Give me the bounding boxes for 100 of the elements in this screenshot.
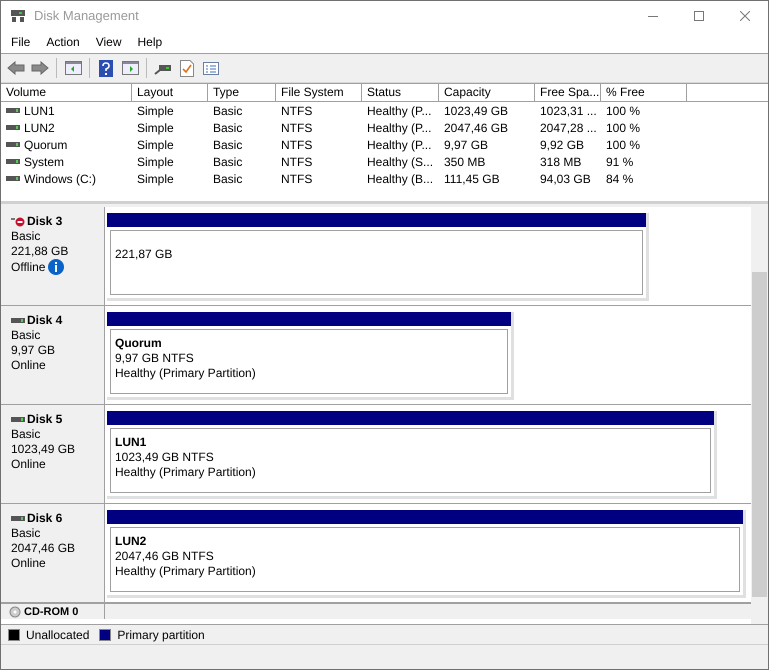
menu-item[interactable]: Help: [130, 32, 170, 52]
menu-item[interactable]: View: [88, 32, 130, 52]
disk-type: Basic: [11, 328, 40, 343]
partition-info: 221,87 GB: [115, 247, 172, 262]
window-title: Disk Management: [34, 7, 139, 26]
table-cell-text: Quorum: [24, 136, 68, 154]
table-cell-text: 350 MB: [444, 154, 486, 170]
table-cell-text: 100 %: [606, 102, 640, 120]
legend-label: Primary partition: [117, 626, 205, 644]
partition-info: Healthy (Primary Partition): [115, 564, 256, 579]
partition-info: Healthy (Primary Partition): [115, 366, 256, 381]
column-header[interactable]: Layout: [132, 84, 208, 101]
table-cell-text: NTFS: [281, 102, 312, 120]
partition-label: Quorum: [115, 336, 162, 351]
menu-item[interactable]: Action: [38, 32, 88, 52]
window-pane-icon: [122, 61, 138, 75]
disk-status: Online: [11, 358, 46, 373]
info-icon[interactable]: [48, 259, 64, 275]
table-cell-text: NTFS: [281, 170, 312, 188]
table-cell-text: Simple: [137, 170, 174, 188]
column-header[interactable]: File System: [276, 84, 362, 101]
disk-type: Basic: [11, 526, 40, 541]
checked-document-icon: [180, 60, 194, 76]
disk-name: Disk 4: [27, 313, 62, 328]
close-icon: [740, 11, 750, 21]
column-header[interactable]: Capacity: [439, 84, 535, 101]
column-header[interactable]: Type: [208, 84, 276, 101]
table-cell-text: 100 %: [606, 120, 640, 136]
volume-icon: [6, 108, 20, 113]
disk-name: Disk 6: [27, 511, 62, 526]
column-header[interactable]: Volume: [1, 84, 132, 101]
disk-size: 9,97 GB: [11, 343, 56, 358]
table-cell-text: Simple: [137, 136, 174, 154]
disk-type: Basic: [11, 229, 40, 244]
table-cell-text: 1023,49 GB: [444, 102, 508, 120]
table-cell-text: Healthy (S...: [367, 154, 434, 170]
disk-size: 221,88 GB: [11, 244, 68, 259]
table-cell-text: 318 MB: [540, 154, 582, 170]
table-cell-text: Basic: [213, 102, 242, 120]
table-cell-text: NTFS: [281, 120, 312, 136]
table-cell-text: System: [24, 154, 64, 170]
table-cell-text: 2047,28 ...: [540, 120, 597, 136]
disk-name: Disk 5: [27, 412, 62, 427]
help-icon: [99, 60, 113, 76]
table-cell-text: LUN1: [24, 102, 55, 120]
disk-size: 2047,46 GB: [11, 541, 76, 556]
column-header[interactable]: Status: [362, 84, 439, 101]
menu-item[interactable]: File: [3, 32, 38, 52]
table-cell-text: Basic: [213, 154, 242, 170]
table-cell-text: 9,97 GB: [444, 136, 488, 154]
volume-icon: [6, 176, 20, 181]
volume-icon: [6, 125, 20, 130]
partition-label: LUN2: [115, 534, 146, 549]
legend-label: Unallocated: [26, 626, 90, 644]
table-cell-text: 94,03 GB: [540, 170, 591, 188]
table-cell-text: 100 %: [606, 136, 640, 154]
volume-icon: [6, 142, 20, 147]
table-cell-text: 2047,46 GB: [444, 120, 508, 136]
volume-icon: [6, 159, 20, 164]
partition-info: 1023,49 GB NTFS: [115, 450, 214, 465]
table-cell-text: 84 %: [606, 170, 634, 188]
right-arrow-icon: [31, 61, 49, 75]
table-cell-text: Healthy (P...: [367, 136, 432, 154]
scrollbar-thumb[interactable]: [752, 272, 767, 597]
disk-name: CD-ROM 0: [24, 604, 78, 618]
disk-drive-icon: [10, 9, 26, 23]
window-pane-icon: [64, 61, 82, 75]
disk-type: Basic: [11, 427, 40, 442]
table-cell-text: Windows (C:): [24, 170, 96, 188]
table-cell-text: Simple: [137, 154, 174, 170]
disk-status: Online: [11, 457, 46, 472]
partition-info: 2047,46 GB NTFS: [115, 549, 214, 564]
table-cell-text: Basic: [213, 170, 242, 188]
partition-info: Healthy (Primary Partition): [115, 465, 256, 480]
checklist-icon: [203, 62, 219, 74]
column-header[interactable]: % Free: [601, 84, 687, 101]
table-cell-text: NTFS: [281, 136, 312, 154]
left-arrow-icon: [7, 61, 25, 75]
disk-status: Online: [11, 556, 46, 571]
column-header[interactable]: Free Spa...: [535, 84, 601, 101]
maximize-icon: [694, 11, 704, 21]
table-cell-text: Simple: [137, 120, 174, 136]
table-cell-text: Basic: [213, 136, 242, 154]
table-cell-text: 9,92 GB: [540, 136, 584, 154]
table-cell-text: NTFS: [281, 154, 312, 170]
table-cell-text: Healthy (P...: [367, 102, 432, 120]
cd-drive-icon: [9, 606, 21, 618]
partition-label: LUN1: [115, 435, 146, 450]
partition-info: 9,97 GB NTFS: [115, 351, 194, 366]
table-cell-text: Healthy (B...: [367, 170, 434, 188]
disk-name: Disk 3: [27, 214, 62, 229]
table-cell-text: Healthy (P...: [367, 120, 432, 136]
table-cell-text: 1023,31 ...: [540, 102, 597, 120]
table-cell-text: Simple: [137, 102, 174, 120]
disk-size: 1023,49 GB: [11, 442, 76, 457]
table-cell-text: Basic: [213, 120, 242, 136]
table-cell-text: 91 %: [606, 154, 634, 170]
disk-status: Offline: [11, 260, 46, 274]
table-cell-text: LUN2: [24, 120, 55, 136]
table-cell-text: 111,45 GB: [444, 170, 500, 188]
